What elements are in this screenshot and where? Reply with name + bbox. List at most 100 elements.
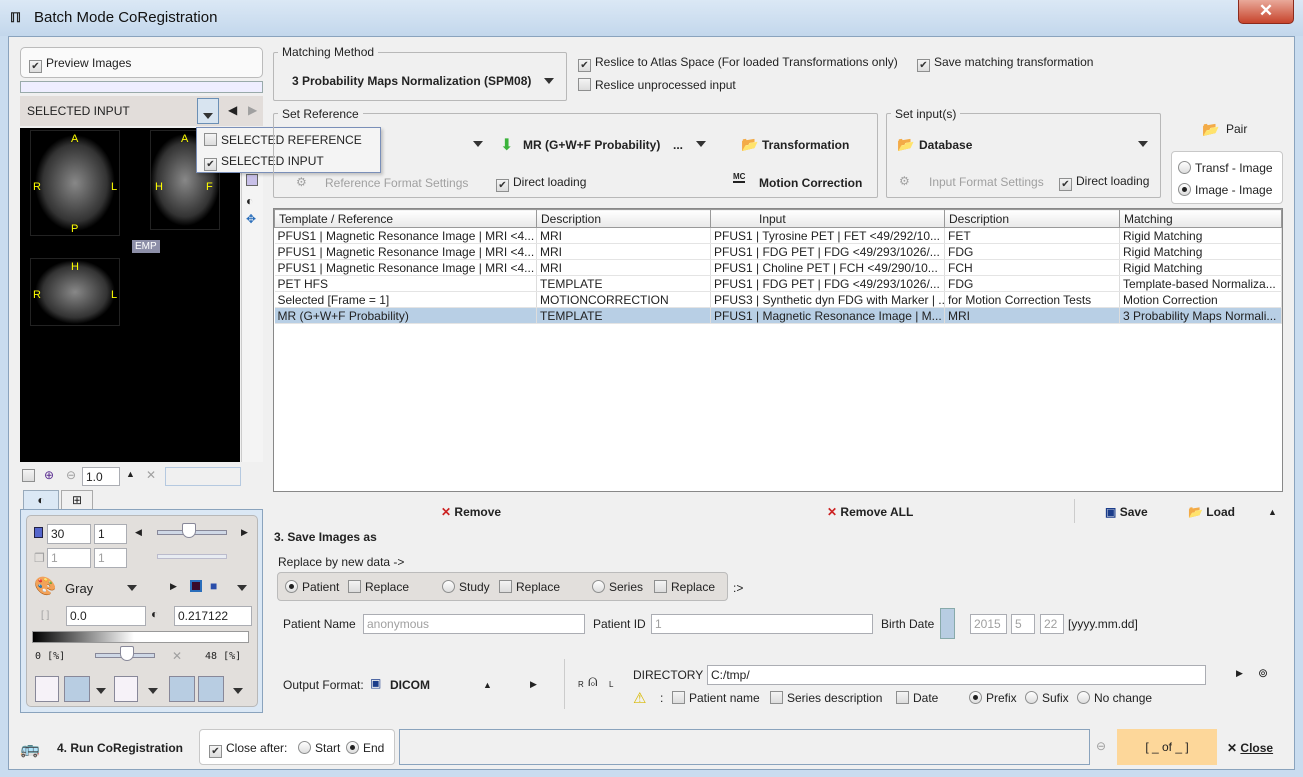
frame-step-input[interactable]: 1: [94, 548, 127, 568]
motion-correction-button[interactable]: Motion Correction: [759, 176, 862, 190]
directory-input[interactable]: C:/tmp/: [707, 665, 1206, 685]
zoom-in-icon[interactable]: ⊕: [44, 468, 54, 482]
zoom-checkbox[interactable]: [22, 469, 35, 482]
table-row[interactable]: Selected [Frame = 1] MOTIONCORRECTION PFUS…: [274, 291, 1282, 308]
preview-dropdown-button[interactable]: [197, 98, 219, 124]
slice-slider-thumb[interactable]: [182, 523, 196, 538]
close-button[interactable]: ✕ Close: [1227, 741, 1273, 755]
patient-name-input[interactable]: anonymous: [363, 614, 585, 634]
roi-button[interactable]: [169, 676, 195, 702]
column-header[interactable]: Matching: [1119, 209, 1282, 228]
chevron-down-icon[interactable]: [1138, 141, 1148, 147]
image-preview[interactable]: A P R L A H F EMP H R L: [20, 128, 240, 462]
birth-year-input[interactable]: 2015: [970, 614, 1007, 634]
orientation-icon[interactable]: ⍝: [588, 673, 598, 691]
blend-button[interactable]: [35, 676, 59, 702]
reslice-atlas-checkbox[interactable]: ✔ Reslice to Atlas Space (For loaded Tran…: [578, 55, 898, 72]
zoom-reset-icon[interactable]: ✕: [146, 468, 156, 482]
nochange-radio[interactable]: No change: [1077, 691, 1152, 705]
tab-contrast[interactable]: ◐: [23, 490, 59, 510]
series-radio[interactable]: Series: [592, 580, 643, 594]
window-close-button[interactable]: ✕: [1238, 0, 1294, 24]
reference-dropdown[interactable]: [696, 141, 706, 147]
fusion-menu-icon[interactable]: [96, 688, 106, 694]
close-start-radio[interactable]: Start: [298, 741, 340, 755]
birth-month-input[interactable]: 5: [1011, 614, 1035, 634]
3d-lut-icon[interactable]: ■: [210, 579, 217, 593]
slice-prev-icon[interactable]: ◀: [135, 527, 142, 538]
reference-format-settings-button[interactable]: Reference Format Settings: [325, 176, 468, 190]
column-header[interactable]: Input: [710, 209, 945, 228]
zoom-out-icon[interactable]: ⊖: [66, 468, 76, 482]
colorbar[interactable]: [32, 631, 249, 643]
invert-lut-icon[interactable]: [190, 580, 202, 592]
study-radio[interactable]: Study: [442, 580, 490, 594]
close-after-checkbox[interactable]: ✔ Close after:: [209, 741, 287, 758]
overlay-menu-icon[interactable]: [233, 688, 243, 694]
matching-method-select[interactable]: 3 Probability Maps Normalization (SPM08): [292, 74, 531, 88]
patient-id-input[interactable]: 1: [651, 614, 873, 634]
pairs-table[interactable]: Template / Reference Description Input Desc…: [273, 208, 1283, 492]
close-end-radio[interactable]: End: [346, 741, 384, 755]
calendar-button[interactable]: [940, 608, 955, 639]
output-up-icon[interactable]: ▲: [483, 680, 492, 690]
table-row[interactable]: PFUS1 | Magnetic Resonance Image | MRI <…: [274, 243, 1282, 260]
chevron-down-icon[interactable]: [544, 78, 554, 84]
table-row[interactable]: PFUS1 | Magnetic Resonance Image | MRI <…: [274, 227, 1282, 244]
coronal-view[interactable]: H R L: [30, 258, 120, 326]
study-replace-checkbox[interactable]: Replace: [499, 580, 560, 594]
reset-icon[interactable]: ✕: [172, 649, 182, 663]
table-row[interactable]: MR (G+W+F Probability) TEMPLATE PFUS1 | Ma…: [274, 307, 1282, 324]
prev-arrow-icon[interactable]: ◀: [228, 103, 237, 117]
grid-button[interactable]: [114, 676, 138, 702]
save-transform-checkbox[interactable]: ✔ Save matching transformation: [917, 55, 1093, 72]
text-button[interactable]: [198, 676, 224, 702]
pair-option-transf-image[interactable]: Transf - Image: [1178, 161, 1273, 175]
run-coregistration-button[interactable]: 4. Run CoRegistration: [57, 741, 183, 755]
window-slider-thumb[interactable]: [120, 646, 134, 661]
pair-option-image-image[interactable]: Image - Image: [1178, 183, 1272, 197]
preview-images-toggle[interactable]: ✔ Preview Images: [20, 47, 263, 78]
output-format-select[interactable]: DICOM: [390, 678, 430, 692]
pair-button[interactable]: Pair: [1226, 122, 1247, 136]
frame-input[interactable]: 1: [47, 548, 91, 568]
reference-direct-loading-checkbox[interactable]: ✔ Direct loading: [496, 175, 586, 192]
zoom-input[interactable]: 1.0: [82, 467, 120, 486]
slice-next-icon[interactable]: ▶: [241, 527, 248, 538]
reference-template[interactable]: MR (G+W+F Probability): [523, 138, 660, 152]
opt-date-checkbox[interactable]: Date: [896, 691, 938, 705]
axial-view[interactable]: A P R L: [30, 130, 120, 236]
min-input[interactable]: 0.0: [66, 606, 146, 626]
reference-more-button[interactable]: ...: [673, 138, 683, 152]
birth-day-input[interactable]: 22: [1040, 614, 1064, 634]
pan-scrollbar[interactable]: [165, 467, 241, 486]
collapse-icon[interactable]: ▲: [1268, 507, 1277, 517]
frame-slider[interactable]: [157, 554, 227, 559]
tab-layout[interactable]: ⊞: [61, 490, 93, 509]
table-row[interactable]: PET HFS TEMPLATE PFUS1 | FDG PET | FDG <49…: [274, 275, 1282, 292]
remove-button[interactable]: ✕ Remove: [441, 505, 501, 519]
max-input[interactable]: 0.217122: [174, 606, 252, 626]
save-button[interactable]: ▣ Save: [1105, 505, 1148, 519]
color-icon[interactable]: [246, 174, 258, 186]
slice-input[interactable]: 30: [47, 524, 91, 544]
fusion-button[interactable]: [64, 676, 90, 702]
transformation-button[interactable]: Transformation: [762, 138, 849, 152]
load-button[interactable]: 📂 Load: [1188, 505, 1235, 519]
input-format-settings-button[interactable]: Input Format Settings: [929, 175, 1044, 189]
output-next-icon[interactable]: ▶: [530, 679, 537, 690]
remove-all-button[interactable]: ✕ Remove ALL: [827, 505, 913, 519]
zoom-up-icon[interactable]: ▲: [126, 469, 135, 479]
lut-select[interactable]: Gray: [65, 581, 93, 596]
patient-radio[interactable]: Patient: [285, 580, 339, 594]
patient-replace-checkbox[interactable]: Replace: [348, 580, 409, 594]
slice-step-input[interactable]: 1: [94, 524, 127, 544]
column-header[interactable]: Template / Reference: [274, 209, 537, 228]
reference-source-dropdown[interactable]: [473, 141, 483, 147]
lut-next-icon[interactable]: ▶: [170, 581, 177, 592]
preview-checkbox[interactable]: ✔: [29, 60, 42, 73]
sufix-radio[interactable]: Sufix: [1025, 691, 1069, 705]
series-replace-checkbox[interactable]: Replace: [654, 580, 715, 594]
column-header[interactable]: Description: [944, 209, 1120, 228]
auto-contrast-icon[interactable]: ◐: [151, 607, 158, 621]
